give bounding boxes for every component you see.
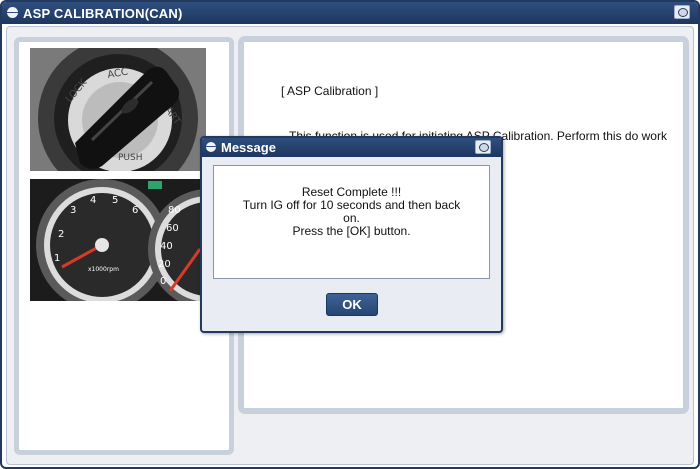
message-dialog: Message Reset Complete !!! Turn IG off f… bbox=[200, 136, 503, 333]
svg-text:5: 5 bbox=[112, 195, 118, 206]
dialog-message: Reset Complete !!! Turn IG off for 10 se… bbox=[213, 165, 490, 279]
window-grip-icon bbox=[7, 7, 18, 18]
asp-calibration-window: ASP CALIBRATION(CAN) LOCK ACC START PUSH bbox=[0, 0, 700, 469]
svg-text:PUSH: PUSH bbox=[118, 153, 143, 163]
svg-text:3: 3 bbox=[70, 205, 76, 216]
ignition-key-photo: LOCK ACC START PUSH bbox=[30, 48, 206, 171]
description-heading: [ ASP Calibration ] bbox=[281, 84, 379, 98]
window-title: ASP CALIBRATION(CAN) bbox=[23, 6, 183, 21]
svg-text:40: 40 bbox=[160, 241, 173, 252]
svg-text:20: 20 bbox=[158, 259, 171, 270]
svg-text:0: 0 bbox=[160, 276, 166, 287]
window-titlebar[interactable]: ASP CALIBRATION(CAN) bbox=[2, 2, 698, 24]
dialog-grip-icon bbox=[206, 142, 216, 152]
svg-text:4: 4 bbox=[90, 195, 96, 206]
screenshot-camera-icon[interactable] bbox=[674, 5, 690, 19]
instrument-cluster-photo: 2 3 4 5 6 1 80 60 40 20 0 x1000rpm bbox=[30, 179, 206, 301]
svg-text:2: 2 bbox=[58, 229, 64, 240]
message-line: Press the [OK] button. bbox=[292, 224, 411, 238]
svg-text:80: 80 bbox=[168, 205, 181, 216]
dialog-title: Message bbox=[221, 140, 276, 155]
svg-text:1: 1 bbox=[54, 253, 60, 264]
dialog-camera-icon[interactable] bbox=[475, 140, 491, 154]
ok-button[interactable]: OK bbox=[326, 293, 378, 316]
svg-text:60: 60 bbox=[166, 223, 179, 234]
dialog-titlebar[interactable]: Message bbox=[202, 138, 501, 157]
svg-text:x1000rpm: x1000rpm bbox=[88, 266, 119, 273]
svg-text:6: 6 bbox=[132, 205, 138, 216]
